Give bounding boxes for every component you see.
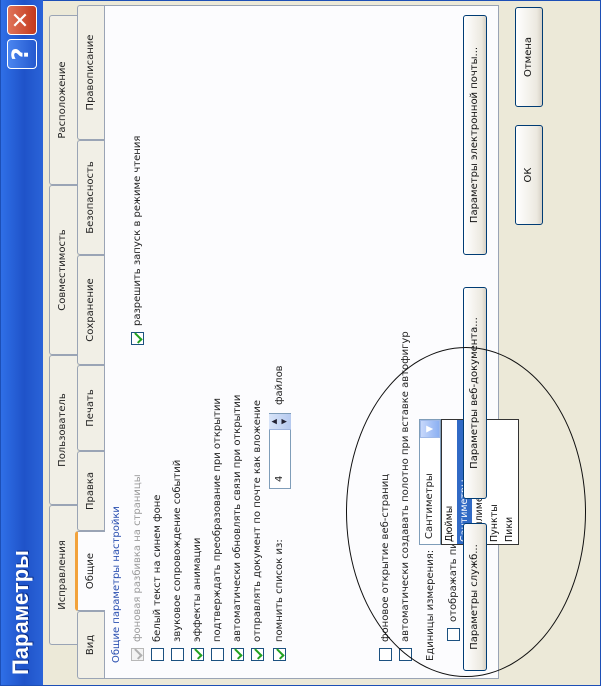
sound-events-label: звуковое сопровождение событий — [172, 459, 183, 642]
recent-files-count: 4 — [274, 475, 285, 482]
web-options-button[interactable]: Параметры веб-документа... — [463, 287, 487, 499]
show-pixels-checkbox[interactable] — [447, 628, 460, 641]
window-title: Параметры — [8, 550, 33, 675]
chevron-down-icon[interactable]: ▼ — [420, 420, 440, 438]
title-bar[interactable]: Параметры ? ✕ — [1, 0, 43, 685]
tab-view[interactable]: Вид — [77, 611, 105, 679]
sound-events-checkbox[interactable] — [171, 648, 184, 661]
service-options-button[interactable]: Параметры служб... — [463, 523, 487, 671]
screenshot-canvas: Параметры ? ✕ Исправления Пользователь С… — [0, 0, 601, 686]
white-on-blue-label: белый текст на синем фоне — [152, 494, 163, 642]
update-links-checkbox[interactable] — [231, 648, 244, 661]
tab-user[interactable]: Пользователь — [49, 355, 77, 505]
background-pagination-label: фоновая разбивка на страницы — [132, 474, 143, 642]
auto-canvas-checkbox[interactable] — [399, 648, 412, 661]
web-pages-background-label: фоновое открытие веб-страниц — [380, 473, 391, 642]
recent-files-spinner[interactable]: 4 ▲ ▼ — [269, 413, 291, 489]
spin-arrows-icon[interactable]: ▲ ▼ — [269, 414, 291, 430]
read-mode-checkbox[interactable] — [131, 332, 144, 345]
animation-effects-label: эффекты анимации — [192, 537, 203, 642]
recent-files-label: помнить список из: — [274, 539, 285, 642]
section-title-general: Общие параметры настройки — [111, 506, 122, 663]
tab-general[interactable]: Общие — [75, 531, 105, 611]
confirm-conversion-label: подтверждать преобразование при открытии — [212, 398, 223, 642]
animation-effects-checkbox[interactable] — [191, 648, 204, 661]
auto-canvas-label: автоматически создавать полотно при вста… — [400, 331, 411, 642]
tab-location[interactable]: Расположение — [49, 15, 77, 185]
send-as-attachment-label: отправлять документ по почте как вложени… — [252, 399, 263, 642]
web-pages-background-checkbox[interactable] — [379, 648, 392, 661]
update-links-label: автоматически обновлять связи при открыт… — [232, 394, 243, 642]
units-option-inches[interactable]: Дюймы — [442, 420, 457, 544]
units-option-points[interactable]: Пункты — [487, 420, 502, 544]
units-select[interactable]: Сантиметры ▼ — [419, 419, 441, 545]
cancel-button[interactable]: Отмена — [515, 7, 543, 107]
units-label: Единицы измерения: — [425, 549, 436, 661]
tab-save[interactable]: Сохранение — [77, 255, 105, 365]
tab-print[interactable]: Печать — [77, 365, 105, 451]
tab-security[interactable]: Безопасность — [77, 140, 105, 255]
white-on-blue-checkbox[interactable] — [151, 648, 164, 661]
email-options-button[interactable]: Параметры электронной почты... — [463, 15, 487, 255]
tab-edit[interactable]: Правка — [77, 451, 105, 531]
tab-track-changes[interactable]: Исправления — [49, 505, 77, 645]
units-option-picas[interactable]: Пики — [502, 420, 517, 544]
recent-files-checkbox[interactable] — [273, 648, 286, 661]
read-mode-label: разрешить запуск в режиме чтения — [132, 135, 143, 326]
confirm-conversion-checkbox[interactable] — [211, 648, 224, 661]
ok-button[interactable]: ОК — [515, 125, 543, 225]
options-dialog: Параметры ? ✕ Исправления Пользователь С… — [0, 0, 601, 686]
recent-files-suffix: файлов — [274, 365, 285, 405]
background-pagination-checkbox[interactable] — [131, 648, 144, 661]
tab-spelling[interactable]: Правописание — [77, 5, 105, 140]
close-button[interactable]: ✕ — [7, 5, 37, 35]
general-tab-panel — [104, 5, 499, 679]
tab-compatibility[interactable]: Совместимость — [49, 185, 77, 355]
send-as-attachment-checkbox[interactable] — [251, 648, 264, 661]
help-button[interactable]: ? — [7, 39, 37, 69]
units-selected-value: Сантиметры — [424, 473, 435, 539]
